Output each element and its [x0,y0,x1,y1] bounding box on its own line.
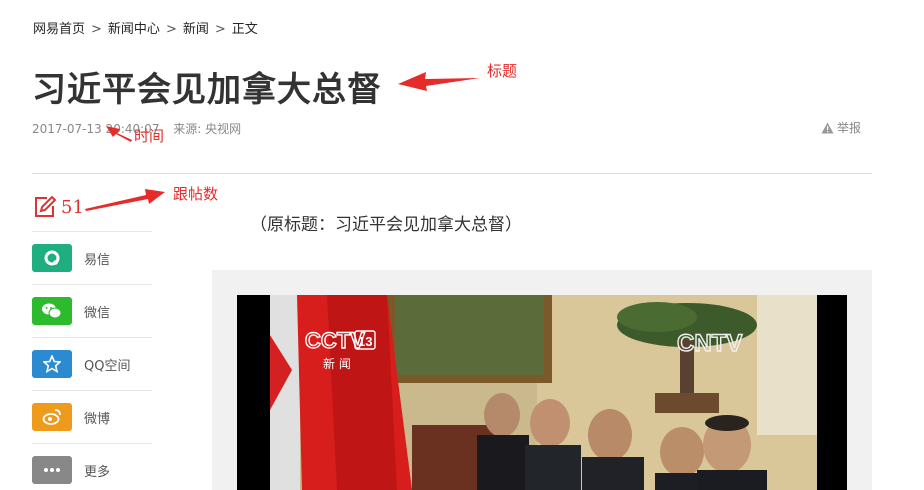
annotation-time: 时间 [134,127,165,145]
annotation-arrows [85,72,480,211]
annotation-title: 标题 [487,62,518,80]
annotation-comments: 跟帖数 [173,185,219,203]
